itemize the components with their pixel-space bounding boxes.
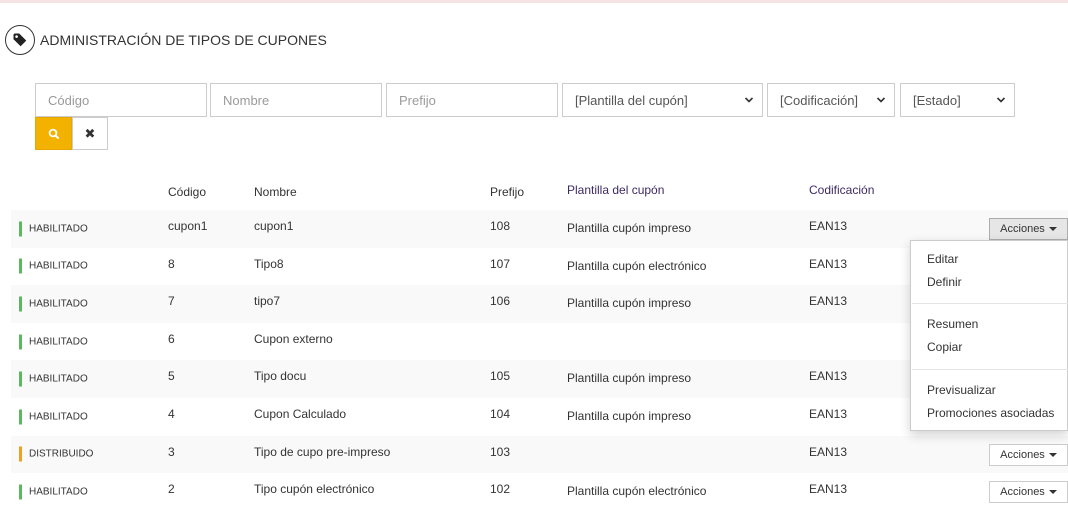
cell-codificacion: EAN13 [809,369,848,384]
cell-codigo: 6 [168,331,175,346]
cell-plantilla: Plantilla cupón impreso [567,371,692,386]
cell-codificacion: EAN13 [809,444,848,459]
cell-codigo: cupon1 [168,219,208,233]
actions-button[interactable]: Acciones [989,481,1068,504]
menu-item-resumen[interactable]: Resumen [927,317,978,331]
cell-prefijo: 107 [490,256,511,271]
search-icon [48,128,59,139]
status-badge: HABILITADO [19,258,88,274]
top-strip [0,0,1068,3]
menu-item-definir[interactable]: Definir [927,275,962,289]
cell-codificacion: EAN13 [809,219,848,233]
cell-codigo: 3 [168,444,175,459]
nombre-input[interactable] [223,92,381,108]
cell-codificacion: EAN13 [809,482,848,497]
chevron-down-icon [996,97,1006,103]
cell-nombre: Tipo8 [254,256,284,271]
status-badge: HABILITADO [19,334,88,350]
cell-codigo: 7 [168,294,175,309]
plantilla-select-value: [Plantilla del cupón] [575,92,688,108]
menu-item-copiar[interactable]: Copiar [927,340,962,354]
cell-codigo: 8 [168,256,175,271]
cell-prefijo: 103 [490,444,511,459]
cell-plantilla: Plantilla cupón electrónico [567,258,707,273]
page-title: ADMINISTRACIÓN DE TIPOS DE CUPONES [40,32,327,48]
actions-button[interactable]: Acciones [989,443,1068,466]
actions-dropdown-menu: Editar Definir Resumen Copiar Previsuali… [910,240,1068,431]
prefijo-input[interactable] [399,92,557,108]
page-header: ADMINISTRACIÓN DE TIPOS DE CUPONES [5,24,327,56]
table-row: DISTRIBUIDO 3 Tipo de cupo pre-impreso 103 E… [11,435,1068,474]
cell-nombre: tipo7 [254,294,281,309]
cell-plantilla: Plantilla cupón impreso [567,221,692,235]
menu-divider [912,303,1068,304]
clear-filters-button[interactable]: ✖ [72,117,108,150]
caret-down-icon [1048,227,1057,231]
estado-select[interactable]: [Estado] [900,83,1015,117]
actions-button-label: Acciones [1000,448,1045,461]
cell-prefijo: 104 [490,407,511,421]
menu-item-editar[interactable]: Editar [927,252,958,266]
cell-nombre: cupon1 [254,219,294,233]
codigo-filter[interactable] [35,83,207,117]
column-header-prefijo[interactable]: Prefijo [490,185,524,199]
cell-codificacion: EAN13 [809,407,848,421]
status-badge: HABILITADO [19,371,88,387]
column-header-codigo[interactable]: Código [168,185,206,199]
codigo-input[interactable] [48,92,206,108]
estado-select-value: [Estado] [913,92,961,108]
status-badge: HABILITADO [19,409,88,425]
plantilla-select[interactable]: [Plantilla del cupón] [562,83,763,117]
cell-plantilla: Plantilla cupón impreso [567,409,692,423]
column-header-codificacion[interactable]: Codificación [809,183,874,197]
cell-codificacion: EAN13 [809,294,848,309]
cell-prefijo: 102 [490,482,511,497]
status-badge: HABILITADO [19,296,88,312]
column-header-plantilla[interactable]: Plantilla del cupón [567,183,664,197]
cell-prefijo: 105 [490,369,511,384]
status-badge: DISTRIBUIDO [19,446,93,462]
menu-item-previsualizar[interactable]: Previsualizar [927,383,996,397]
cell-nombre: Tipo cupón electrónico [254,482,375,497]
cell-nombre: Tipo docu [254,369,307,384]
cell-nombre: Cupon externo [254,331,333,346]
table-row: HABILITADO 2 Tipo cupón electrónico 102 Plan… [11,473,1068,511]
cell-codigo: 5 [168,369,175,384]
codificacion-select[interactable]: [Codificación] [767,83,895,117]
cell-prefijo: 106 [490,294,511,309]
chevron-down-icon [876,97,886,103]
actions-button[interactable]: Acciones [989,218,1068,240]
status-badge: HABILITADO [19,484,88,500]
cell-plantilla: Plantilla cupón electrónico [567,484,707,499]
cell-plantilla: Plantilla cupón impreso [567,296,692,311]
caret-down-icon [1048,490,1057,495]
cell-prefijo: 108 [490,219,511,233]
codificacion-select-value: [Codificación] [780,92,859,108]
actions-button-label: Acciones [1000,223,1045,235]
caret-down-icon [1048,452,1057,457]
cell-codigo: 2 [168,482,175,497]
nombre-filter[interactable] [210,83,382,117]
prefijo-filter[interactable] [386,83,558,117]
chevron-down-icon [744,97,754,103]
cell-codificacion: EAN13 [809,256,848,271]
menu-item-promociones-asociadas[interactable]: Promociones asociadas [927,406,1054,420]
status-badge: HABILITADO [19,221,88,237]
menu-divider [912,369,1068,370]
cell-nombre: Cupon Calculado [254,407,347,421]
search-button[interactable] [35,117,72,150]
tag-icon [5,25,35,55]
actions-button-label: Acciones [1000,486,1045,499]
close-icon: ✖ [84,125,96,141]
column-header-nombre[interactable]: Nombre [254,185,297,199]
table-header: Código Nombre Prefijo Plantilla del cupó… [0,180,1068,204]
cell-codigo: 4 [168,407,175,421]
cell-nombre: Tipo de cupo pre-impreso [254,444,391,459]
